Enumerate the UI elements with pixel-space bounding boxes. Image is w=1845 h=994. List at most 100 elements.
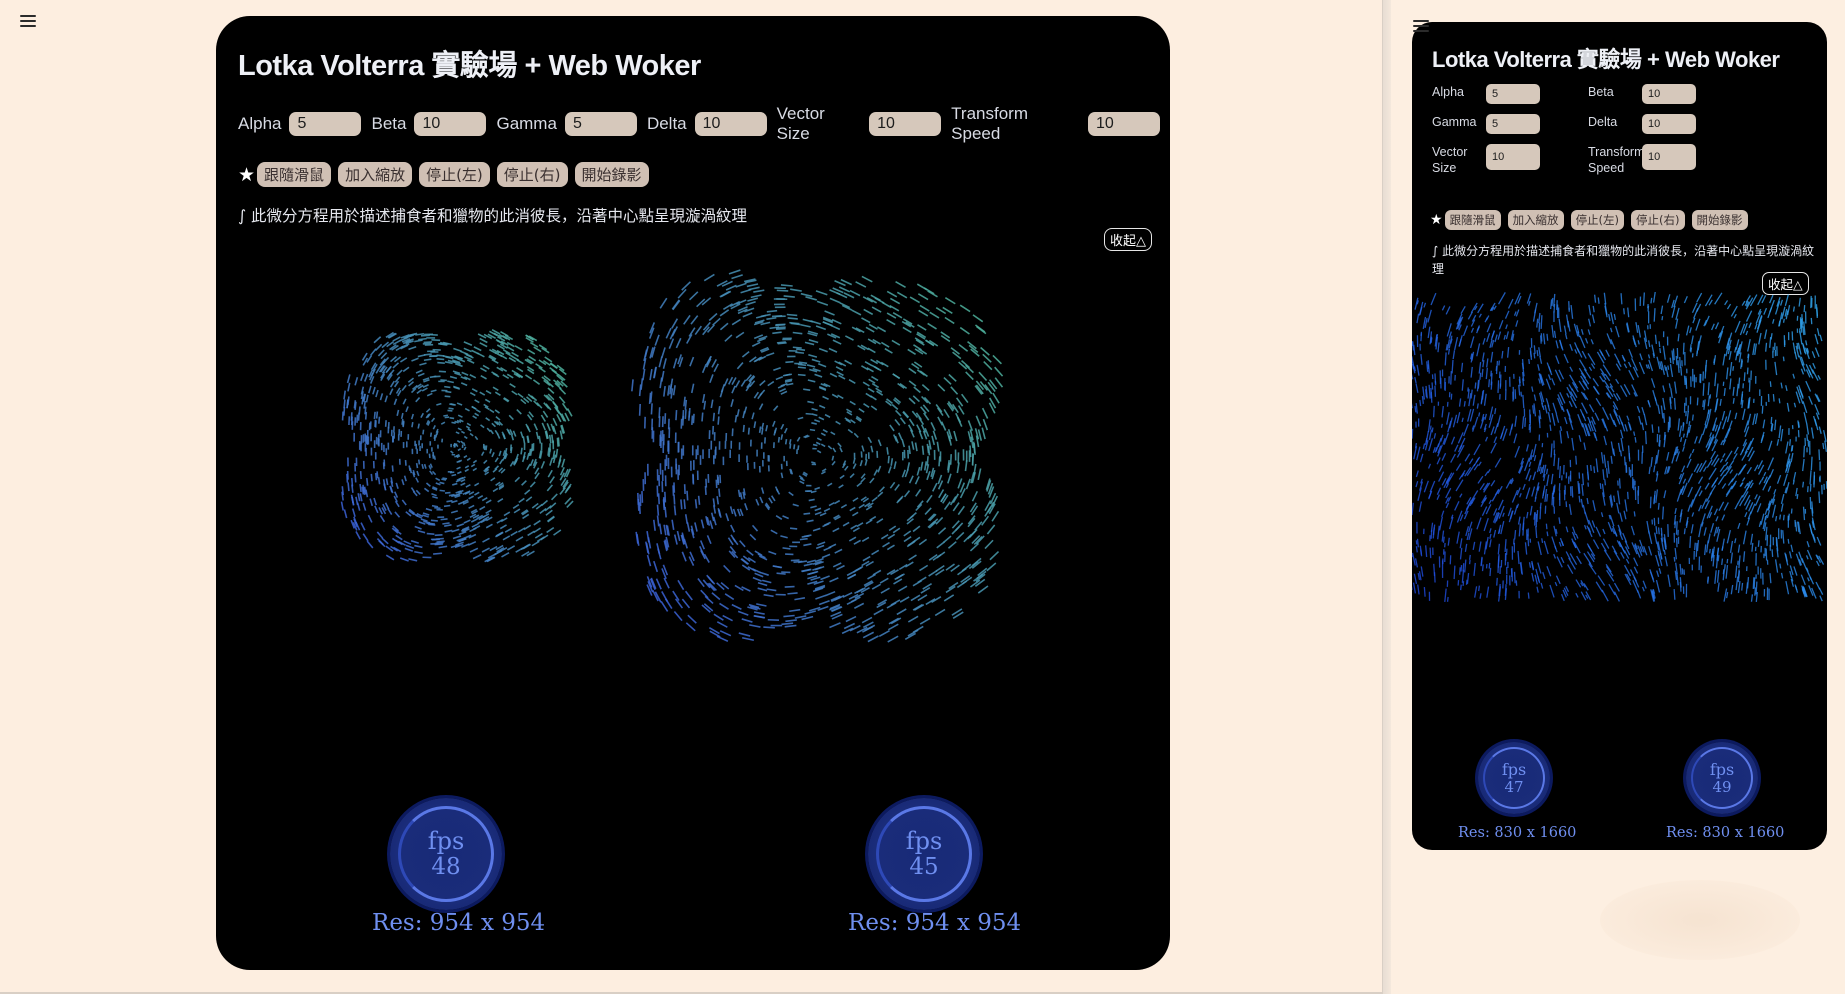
particle	[758, 426, 762, 434]
particle	[716, 635, 729, 643]
particle	[1707, 382, 1710, 396]
particle	[430, 417, 436, 423]
stop-left-button[interactable]: 停止(左)	[419, 162, 490, 187]
particle	[673, 505, 677, 516]
particle	[744, 503, 748, 511]
particle	[1578, 495, 1581, 503]
particle	[818, 363, 827, 368]
particle	[1769, 294, 1774, 304]
particle	[1462, 325, 1469, 337]
particle	[712, 412, 716, 422]
particle	[1442, 536, 1445, 543]
stop-right-button[interactable]: 停止(右)	[496, 162, 568, 187]
particle	[1707, 576, 1709, 584]
particle	[354, 377, 359, 386]
particle	[1483, 393, 1487, 406]
particle	[1675, 307, 1680, 320]
delta-input[interactable]	[1642, 114, 1696, 134]
particle	[850, 524, 858, 530]
particle	[549, 457, 554, 466]
particle	[1803, 445, 1806, 458]
particle	[1603, 549, 1612, 561]
particle	[713, 363, 719, 373]
particle	[513, 508, 521, 514]
particle	[1415, 546, 1418, 553]
particle	[927, 290, 938, 298]
particle	[533, 519, 541, 526]
particle	[926, 443, 930, 454]
stop-left-button[interactable]: 停止(左)	[1570, 210, 1625, 230]
particle	[1745, 582, 1749, 594]
follow-mouse-button[interactable]: 跟隨滑鼠	[257, 162, 332, 187]
delta-input[interactable]	[694, 112, 767, 136]
hamburger-menu-icon[interactable]	[1413, 20, 1429, 32]
gamma-input[interactable]	[1486, 114, 1540, 134]
particle	[1688, 453, 1692, 459]
start-recording-button[interactable]: 開始錄影	[574, 162, 649, 187]
particle	[886, 318, 896, 326]
vector-field-canvas[interactable]	[1412, 292, 1827, 632]
start-recording-button[interactable]: 開始錄影	[1691, 210, 1748, 230]
particle	[867, 436, 873, 444]
particle	[365, 477, 369, 486]
particle	[1433, 563, 1436, 576]
particle	[529, 341, 539, 348]
particle	[466, 422, 472, 427]
particle	[1542, 571, 1546, 580]
follow-mouse-button[interactable]: 跟隨滑鼠	[1444, 210, 1501, 230]
particle	[811, 407, 818, 412]
add-zoom-button[interactable]: 加入縮放	[1507, 210, 1564, 230]
collapse-button[interactable]: 收起△	[1104, 228, 1152, 251]
particle	[1794, 351, 1798, 360]
particle	[1679, 357, 1682, 368]
beta-input[interactable]	[1642, 84, 1696, 104]
particle	[753, 421, 757, 429]
particle	[1734, 538, 1737, 544]
hamburger-menu-icon[interactable]	[20, 15, 36, 27]
particle	[1575, 533, 1579, 539]
particle	[425, 507, 433, 512]
particle	[716, 621, 728, 628]
alpha-input[interactable]	[1486, 84, 1540, 104]
particle	[915, 488, 922, 497]
particle	[1736, 383, 1739, 397]
particle	[964, 459, 968, 472]
particle	[1818, 587, 1824, 595]
particle	[1603, 292, 1607, 305]
particle	[1730, 552, 1733, 564]
particle	[495, 416, 501, 421]
particle	[1682, 342, 1685, 355]
particle	[491, 422, 497, 428]
alpha-input[interactable]	[289, 112, 362, 136]
vector-field-canvas[interactable]	[216, 256, 1170, 816]
particle	[1618, 478, 1621, 489]
particle	[474, 491, 480, 496]
particle	[1566, 392, 1570, 398]
transform-speed-input[interactable]	[1642, 144, 1696, 170]
particle	[1560, 593, 1565, 602]
particle	[1780, 382, 1783, 389]
stop-right-button[interactable]: 停止(右)	[1631, 210, 1685, 230]
particle	[957, 505, 965, 516]
particle	[1433, 433, 1437, 439]
pane-divider[interactable]	[1383, 0, 1391, 994]
particle	[1669, 364, 1674, 378]
vector-size-input[interactable]	[1486, 144, 1540, 170]
particle	[1659, 347, 1662, 354]
particle	[1785, 385, 1788, 392]
particle	[481, 547, 490, 553]
particle	[1532, 443, 1537, 458]
particle	[913, 386, 921, 394]
particle	[1423, 302, 1427, 308]
particle	[668, 338, 675, 349]
transform-speed-input[interactable]	[1088, 112, 1160, 136]
add-zoom-button[interactable]: 加入縮放	[338, 162, 413, 187]
beta-input[interactable]	[414, 112, 487, 136]
particle	[638, 403, 641, 416]
vector-size-input[interactable]	[869, 112, 942, 136]
gamma-input[interactable]	[564, 112, 637, 136]
particle	[853, 432, 859, 439]
param-label: Delta	[646, 114, 687, 133]
particle	[909, 512, 917, 519]
particle	[737, 489, 741, 498]
